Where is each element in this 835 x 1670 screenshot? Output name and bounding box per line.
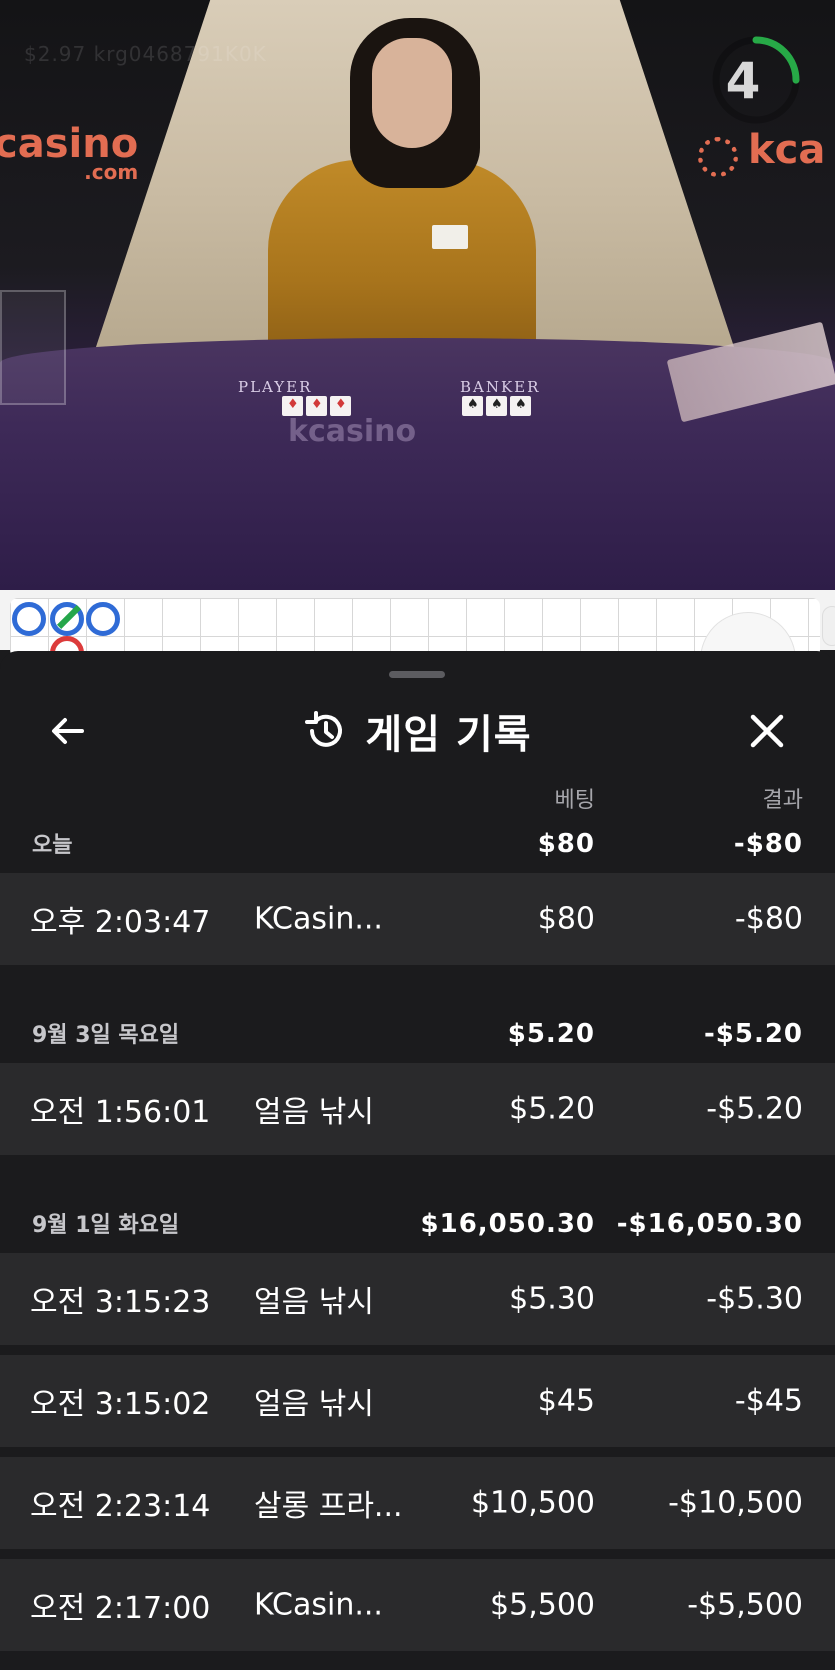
banker-card [486,396,507,416]
row-time: 오후 2:03:47 [30,905,211,940]
group-result-total: -$16,050.30 [616,1209,803,1239]
row-game: 얼음 낚시 [254,1387,374,1422]
row-result: -$45 [734,1383,803,1419]
history-row[interactable]: 오전 3:15:02 얼음 낚시 $45 -$45 [0,1355,835,1447]
row-bet: $5.30 [509,1281,595,1317]
group-bet-total: $16,050.30 [420,1209,595,1239]
group-date: 9월 3일 목요일 [32,1023,180,1048]
history-row[interactable]: 오전 1:56:01 얼음 낚시 $5.20 -$5.20 [0,1063,835,1155]
player-bead [86,602,120,636]
sheet-drag-handle[interactable] [389,671,445,678]
column-header-result: 결과 [762,788,803,813]
dealer-nametag [432,225,468,249]
column-header-bet: 베팅 [554,788,595,813]
banker-label: BANKER [460,378,541,396]
row-game: 얼음 낚시 [254,1095,374,1130]
row-bet: $80 [537,901,595,937]
row-bet: $45 [537,1383,595,1419]
group-result-total: -$80 [733,829,803,859]
side-tab[interactable] [822,606,835,646]
dealer-body [268,160,536,360]
row-bet: $5,500 [490,1587,595,1623]
bead-road-grid [10,598,820,658]
row-game: KCasin... [254,1587,383,1623]
row-result: -$5,500 [687,1587,803,1623]
sheet-header: 게임 기록 [0,703,835,759]
history-row[interactable]: 오전 3:15:23 얼음 낚시 $5.30 -$5.30 [0,1253,835,1345]
history-row[interactable]: 오전 2:23:14 살롱 프라... $10,500 -$10,500 [0,1457,835,1549]
row-result: -$5.30 [706,1281,803,1317]
group-bet-total: $5.20 [507,1019,595,1049]
row-time: 오전 2:23:14 [30,1489,211,1524]
row-game: 살롱 프라... [254,1489,403,1524]
felt-logo: kcasino [288,414,417,449]
row-result: -$80 [734,901,803,937]
player-label: PLAYER [238,378,313,396]
group-date: 오늘 [32,833,73,858]
chip-logo-icon [698,137,738,177]
stream-watermark: $2.97 krg0468791K0K [24,42,267,66]
group-date: 9월 1일 화요일 [32,1213,180,1238]
date-group-header: 오늘 $80 -$80 [0,823,835,859]
row-bet: $5.20 [509,1091,595,1127]
casino-logo-right-text: kca [748,127,826,173]
close-button[interactable] [739,703,795,759]
row-game: 얼음 낚시 [254,1285,374,1320]
row-game: KCasin... [254,901,383,937]
player-bead [12,602,46,636]
banker-card [462,396,483,416]
group-result-total: -$5.20 [703,1019,803,1049]
group-bet-total: $80 [537,829,595,859]
history-icon [305,711,343,747]
history-row[interactable]: 오전 2:17:00 KCasin... $5,500 -$5,500 [0,1559,835,1651]
row-time: 오전 2:17:00 [30,1591,211,1626]
row-time: 오전 3:15:02 [30,1387,211,1422]
close-icon [750,714,784,748]
banker-card [510,396,531,416]
player-card [306,396,327,416]
player-card [282,396,303,416]
casino-logo-left: casino .com [0,124,138,182]
row-time: 오전 3:15:23 [30,1285,211,1320]
casino-logo-right: kca [748,130,825,170]
date-group-header: 9월 1일 화요일 $16,050.30 -$16,050.30 [0,1203,835,1239]
player-card [330,396,351,416]
history-row[interactable]: 오후 2:03:47 KCasin... $80 -$80 [0,873,835,965]
game-history-sheet: 게임 기록 베팅 결과 오늘 $80 -$80 오후 2:03:47 KCasi… [0,651,835,1670]
row-time: 오전 1:56:01 [30,1095,211,1130]
date-group-header: 9월 3일 목요일 $5.20 -$5.20 [0,1013,835,1049]
row-bet: $10,500 [470,1485,595,1521]
dealer-face [372,38,452,148]
row-result: -$5.20 [706,1091,803,1127]
countdown-number: 4 [725,52,761,110]
card-discard-tray [0,290,66,405]
row-result: -$10,500 [668,1485,803,1521]
live-video-stream: $2.97 krg0468791K0K casino .com kca PLAY… [0,0,835,590]
page-title: 게임 기록 [365,712,532,758]
